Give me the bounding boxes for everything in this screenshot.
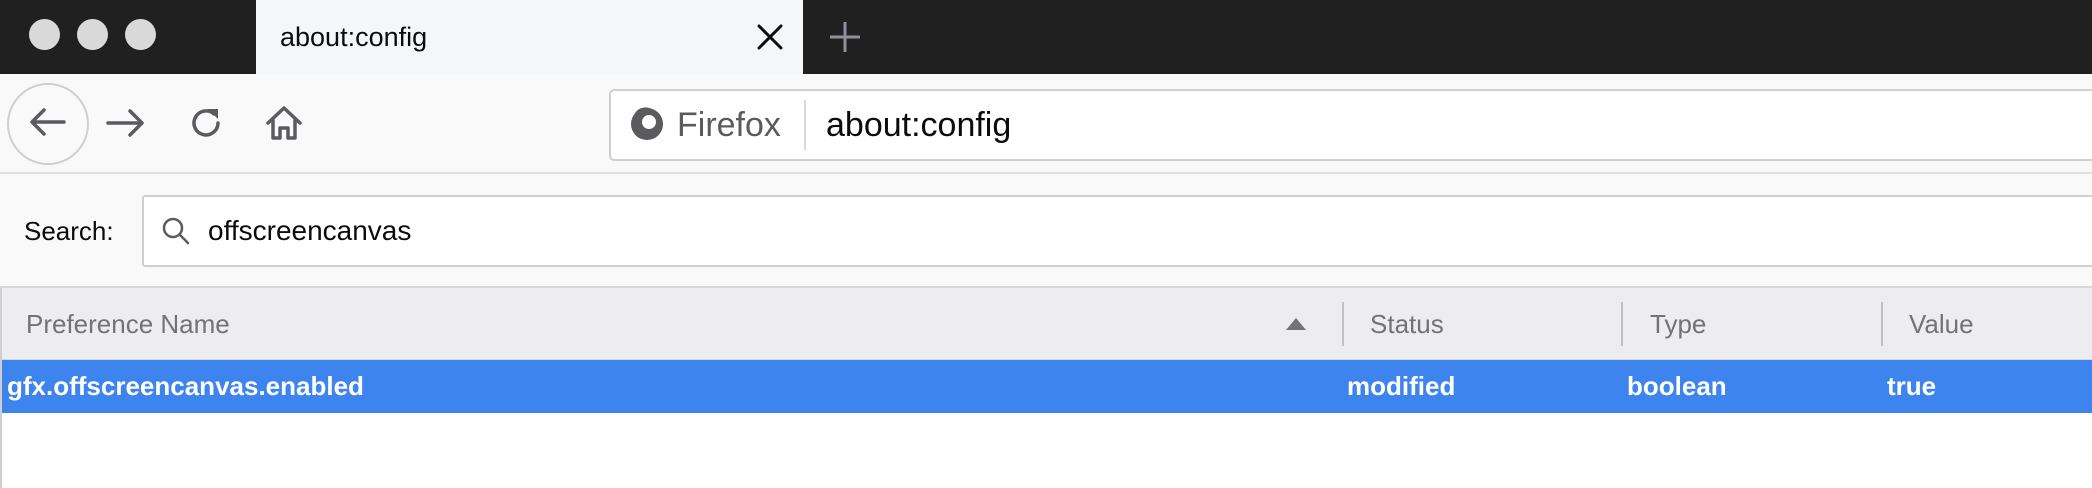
status-cell: modified (1347, 371, 1456, 401)
url-separator (804, 100, 806, 150)
value-cell: true (1887, 371, 1937, 401)
back-button[interactable] (7, 83, 89, 165)
column-header-preference-name[interactable]: Preference Name (26, 288, 230, 360)
reload-icon (186, 103, 226, 148)
close-icon[interactable] (753, 20, 787, 54)
tab-strip: about:config (0, 0, 2092, 74)
type-cell: boolean (1627, 371, 1727, 401)
column-separator[interactable] (1342, 302, 1344, 346)
window-zoom-button[interactable] (125, 19, 156, 50)
home-button[interactable] (262, 103, 306, 147)
sort-ascending-icon (1285, 317, 1307, 331)
column-header-status[interactable]: Status (1370, 288, 1444, 360)
column-separator[interactable] (1881, 302, 1883, 346)
table-row[interactable]: gfx.offscreencanvas.enabled modified boo… (2, 360, 2092, 413)
arrow-left-icon (26, 100, 70, 149)
window-close-button[interactable] (29, 19, 60, 50)
column-header-type[interactable]: Type (1650, 288, 1706, 360)
column-header-value[interactable]: Value (1909, 288, 1974, 360)
identity-box[interactable]: Firefox (627, 91, 781, 159)
plus-icon[interactable] (826, 18, 864, 56)
navigation-toolbar: Firefox about:config (0, 74, 2092, 174)
url-text[interactable]: about:config (826, 91, 1011, 159)
home-icon (263, 102, 305, 149)
preference-name-cell: gfx.offscreencanvas.enabled (7, 371, 364, 401)
forward-button[interactable] (104, 103, 148, 147)
preferences-table: Preference Name Status Type Value gfx.of… (0, 288, 2092, 488)
arrow-right-icon (104, 101, 148, 150)
identity-label: Firefox (677, 105, 781, 144)
column-separator[interactable] (1621, 302, 1623, 346)
url-bar[interactable]: Firefox about:config (609, 89, 2092, 161)
search-row: Search: (0, 174, 2092, 288)
search-box[interactable] (142, 195, 2092, 267)
search-input[interactable] (208, 197, 2008, 265)
table-header: Preference Name Status Type Value (2, 288, 2092, 360)
search-label: Search: (24, 216, 114, 246)
tab-about-config[interactable]: about:config (256, 0, 803, 74)
tab-title: about:config (280, 22, 428, 52)
reload-button[interactable] (184, 103, 228, 147)
window-minimize-button[interactable] (77, 19, 108, 50)
firefox-logo-icon (627, 103, 667, 148)
search-icon (160, 215, 192, 247)
